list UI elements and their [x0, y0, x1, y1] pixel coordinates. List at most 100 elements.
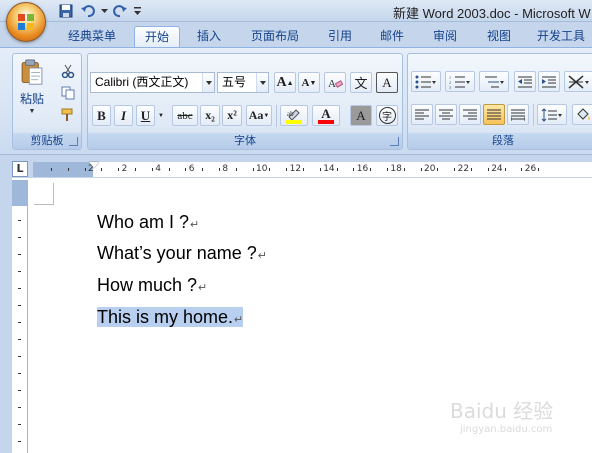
- italic-icon: I: [120, 107, 127, 123]
- ruler-number: 22: [457, 164, 470, 174]
- cut-button[interactable]: [57, 60, 79, 81]
- horizontal-ruler[interactable]: 2 2 4 6 8 10 12 14 16 18 20 22 24 26: [33, 162, 592, 177]
- enclose-characters-button[interactable]: 字: [376, 105, 398, 126]
- tab-view[interactable]: 视图: [476, 26, 522, 47]
- line-spacing-button[interactable]: [537, 104, 567, 125]
- clipboard-group: 粘贴 ▼ 剪贴板: [12, 53, 82, 150]
- bold-icon: B: [97, 107, 106, 123]
- redo-icon[interactable]: [110, 2, 130, 20]
- document-line[interactable]: How much ?↵: [97, 275, 207, 296]
- indent-marker-icon[interactable]: [89, 162, 99, 168]
- chevron-down-icon[interactable]: [202, 73, 214, 92]
- ruler-tick: [18, 356, 21, 357]
- align-left-button[interactable]: [411, 104, 433, 125]
- paragraph-group-label: 段落: [408, 133, 592, 149]
- document-line[interactable]: What’s your name ?↵: [97, 243, 267, 264]
- align-right-button[interactable]: [459, 104, 481, 125]
- shading-button[interactable]: [572, 104, 592, 125]
- tab-selector[interactable]: L: [12, 161, 28, 177]
- ruler-tick: [18, 390, 21, 391]
- character-shading-button[interactable]: A: [350, 105, 372, 126]
- align-left-icon: [415, 109, 429, 119]
- increase-indent-icon: [542, 76, 556, 87]
- copy-button[interactable]: [57, 82, 79, 103]
- chinese-layout-button[interactable]: [564, 71, 592, 92]
- strikethrough-button[interactable]: abc: [172, 105, 198, 126]
- format-painter-button[interactable]: [57, 104, 79, 125]
- quick-access-toolbar: [56, 2, 142, 20]
- selected-text[interactable]: This is my home.↵: [97, 307, 244, 327]
- chevron-down-icon[interactable]: [256, 73, 268, 92]
- customize-qat-icon[interactable]: [132, 2, 142, 20]
- chevron-down-icon: ▼: [28, 107, 36, 115]
- bold-button[interactable]: B: [92, 105, 111, 126]
- ruler-tick: [219, 168, 220, 171]
- ribbon: 粘贴 ▼ 剪贴板 Calibri (西文正文) 五号 A ▲ A ▼ A 文 A…: [0, 47, 592, 154]
- numbering-button[interactable]: 123: [445, 71, 475, 92]
- clipboard-dialog-launcher[interactable]: [69, 137, 78, 146]
- ruler-row: L 2 2 4 6 8 10 12 14 16 18 20 22 24 26: [0, 154, 592, 178]
- document-line[interactable]: Who am I ?↵: [97, 212, 199, 233]
- tab-insert[interactable]: 插入: [186, 26, 232, 47]
- subscript-button[interactable]: x₂: [200, 105, 220, 126]
- paste-button[interactable]: 粘贴 ▼: [17, 58, 47, 116]
- ruler-tick: [101, 168, 103, 171]
- ruler-tick: [151, 168, 153, 171]
- ruler-number: 2: [121, 164, 128, 174]
- ruler-tick: [18, 271, 21, 272]
- top-margin-area: [12, 180, 28, 206]
- align-center-button[interactable]: [435, 104, 457, 125]
- ruler-tick: [403, 168, 405, 171]
- justify-button[interactable]: [483, 104, 505, 125]
- paragraph-mark-icon: ↵: [198, 282, 208, 294]
- format-painter-icon: [61, 108, 73, 121]
- character-border-button[interactable]: A: [376, 72, 398, 93]
- increase-indent-button[interactable]: [538, 71, 560, 92]
- tab-classic-menu[interactable]: 经典菜单: [56, 26, 128, 47]
- shrink-font-button[interactable]: A ▼: [298, 72, 320, 93]
- tab-developer[interactable]: 开发工具: [530, 26, 592, 47]
- tab-page-layout[interactable]: 页面布局: [240, 26, 310, 47]
- tab-mailings[interactable]: 邮件: [370, 26, 414, 47]
- decrease-indent-button[interactable]: [514, 71, 536, 92]
- font-dialog-launcher[interactable]: [390, 137, 399, 146]
- underline-dropdown[interactable]: ▼: [156, 105, 166, 126]
- line-text: This is my home.: [97, 307, 234, 327]
- phonetic-guide-button[interactable]: 文: [350, 72, 372, 93]
- undo-dropdown-icon[interactable]: [100, 2, 108, 20]
- font-name-combo[interactable]: Calibri (西文正文): [90, 72, 215, 93]
- undo-icon[interactable]: [78, 2, 98, 20]
- line-spacing-icon: [541, 107, 562, 122]
- bullets-button[interactable]: [411, 71, 441, 92]
- left-gutter: [0, 178, 12, 453]
- change-case-button[interactable]: Aa ▼: [246, 105, 272, 126]
- ruler-tick: [504, 168, 506, 171]
- distributed-button[interactable]: [507, 104, 529, 125]
- watermark-logo: Baidu 经验 jingyan.baidu.com: [450, 395, 553, 435]
- italic-button[interactable]: I: [114, 105, 133, 126]
- ruler-tick: [18, 288, 21, 289]
- clear-formatting-button[interactable]: A: [324, 72, 346, 93]
- watermark-url: jingyan.baidu.com: [460, 424, 553, 435]
- ruler-tick: [370, 168, 372, 171]
- office-button[interactable]: [6, 2, 46, 42]
- document-line-selected[interactable]: This is my home.↵: [97, 307, 244, 328]
- ruler-tick: [487, 168, 489, 171]
- text-highlight-button[interactable]: ab: [280, 105, 308, 126]
- multilevel-list-button[interactable]: [479, 71, 509, 92]
- ruler-number: 6: [188, 164, 195, 174]
- tab-review[interactable]: 审阅: [422, 26, 468, 47]
- font-color-button[interactable]: A: [312, 105, 340, 126]
- vertical-ruler[interactable]: [12, 180, 28, 453]
- grow-font-button[interactable]: A ▲: [274, 72, 296, 93]
- save-icon[interactable]: [56, 2, 76, 20]
- line-text: What’s your name ?: [97, 243, 257, 263]
- font-group-label: 字体: [88, 133, 402, 149]
- superscript-button[interactable]: x²: [222, 105, 242, 126]
- tab-references[interactable]: 引用: [318, 26, 362, 47]
- font-size-combo[interactable]: 五号: [217, 72, 269, 93]
- line-text: Who am I ?: [97, 212, 190, 232]
- ruler-tick: [18, 424, 21, 425]
- tab-home[interactable]: 开始: [134, 26, 180, 47]
- underline-button[interactable]: U: [136, 105, 155, 126]
